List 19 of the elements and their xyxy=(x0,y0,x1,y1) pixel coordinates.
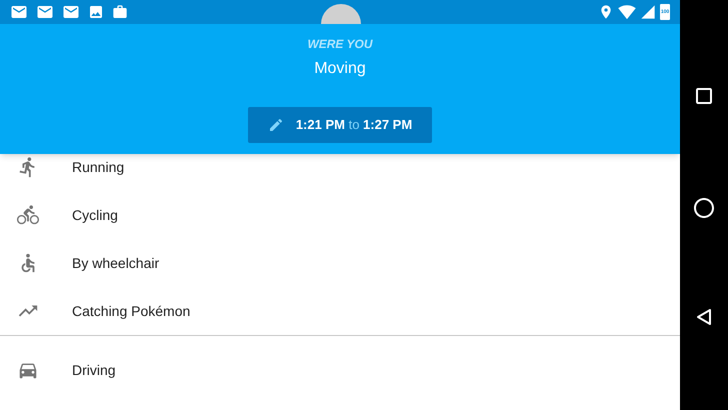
briefcase-icon xyxy=(112,4,128,20)
mail-icon xyxy=(62,3,80,21)
mail-icon xyxy=(36,3,54,21)
home-icon[interactable] xyxy=(692,196,716,220)
activity-item[interactable]: Running xyxy=(0,154,680,191)
activity-item[interactable]: Cycling xyxy=(0,191,680,239)
activity-item[interactable]: Driving xyxy=(0,346,680,394)
activity-title: Moving xyxy=(314,59,366,79)
activity-item[interactable]: Catching Pokémon xyxy=(0,287,680,335)
back-icon[interactable] xyxy=(695,308,713,326)
prompt-label: WERE YOU xyxy=(307,36,373,53)
wifi-icon xyxy=(618,3,636,21)
time-range-button[interactable]: 1:21 PM to 1:27 PM xyxy=(248,107,432,143)
bicycle-icon xyxy=(17,204,39,226)
signal-icon xyxy=(640,4,656,20)
activity-item[interactable]: By wheelchair xyxy=(0,239,680,287)
pencil-icon xyxy=(268,117,284,133)
image-icon xyxy=(88,4,104,20)
mail-icon xyxy=(10,3,28,21)
